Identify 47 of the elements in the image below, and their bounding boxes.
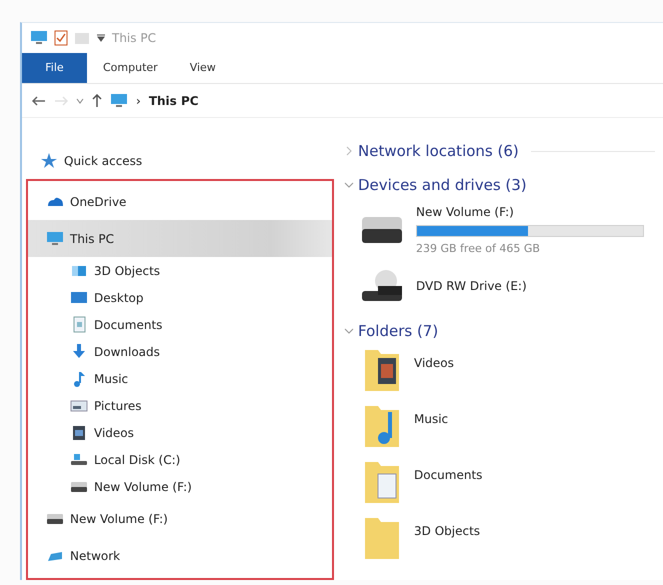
section-header: Devices and drives (3) (358, 174, 527, 196)
section-header: Network locations (6) (358, 140, 519, 162)
sidebar-item[interactable]: New Volume (F:) (28, 473, 332, 500)
free-space-text: 239 GB free of 465 GB (416, 240, 541, 257)
folder-with-document-icon (364, 460, 400, 504)
sidebar-item[interactable]: 3D Objects (28, 257, 332, 284)
breadcrumb-item[interactable]: This PC (148, 92, 199, 110)
sidebar-item[interactable]: Downloads (28, 338, 332, 366)
back-arrow-icon[interactable] (32, 96, 46, 106)
chevron-down-icon[interactable] (344, 326, 354, 336)
caret-icon[interactable] (76, 98, 84, 104)
computer-icon (46, 230, 64, 248)
folder-with-film-icon (364, 348, 400, 392)
section-header: Folders (7) (358, 320, 438, 342)
sidebar-item[interactable]: Network (28, 537, 332, 574)
file-tab[interactable]: File (22, 52, 87, 84)
chevron-down-icon[interactable] (344, 180, 354, 190)
drive-name: New Volume (F:) (416, 204, 515, 221)
film-icon (70, 424, 88, 442)
star-icon (40, 152, 58, 170)
folder-with-music-note-icon (364, 404, 400, 448)
sidebar-item[interactable]: New Volume (F:) (28, 500, 332, 538)
folder-name: Videos (414, 355, 454, 372)
computer-icon (110, 92, 128, 110)
sidebar-item[interactable]: Local Disk (C:) (28, 446, 332, 474)
sidebar-item[interactable]: Documents (28, 311, 332, 338)
ribbon-tab[interactable]: Computer (87, 52, 174, 84)
checklist-icon (54, 30, 68, 46)
folder-name: Music (414, 411, 448, 428)
sidebar-item[interactable]: Videos (28, 419, 332, 446)
breadcrumb-separator: › (136, 92, 141, 110)
window-title: This PC (112, 30, 156, 47)
folder-name: 3D Objects (414, 523, 480, 540)
dvd-drive-icon (360, 269, 404, 304)
ribbon-tab[interactable]: View (174, 52, 232, 84)
sidebar-item[interactable]: This PC (28, 220, 332, 258)
sidebar-item[interactable]: Quick access (22, 142, 338, 180)
folder-name: Documents (414, 467, 482, 484)
dropdown-icon[interactable] (96, 32, 106, 43)
chevron-right-icon[interactable] (344, 146, 354, 156)
sidebar-item[interactable]: Desktop (28, 284, 332, 312)
computer-icon (30, 28, 48, 47)
sidebar-item[interactable]: Pictures (28, 392, 332, 420)
up-arrow-icon[interactable] (92, 94, 102, 108)
sidebar-item[interactable]: Music (28, 365, 332, 392)
sidebar-item[interactable]: OneDrive (28, 183, 332, 220)
drive-name: DVD RW Drive (E:) (416, 278, 527, 296)
